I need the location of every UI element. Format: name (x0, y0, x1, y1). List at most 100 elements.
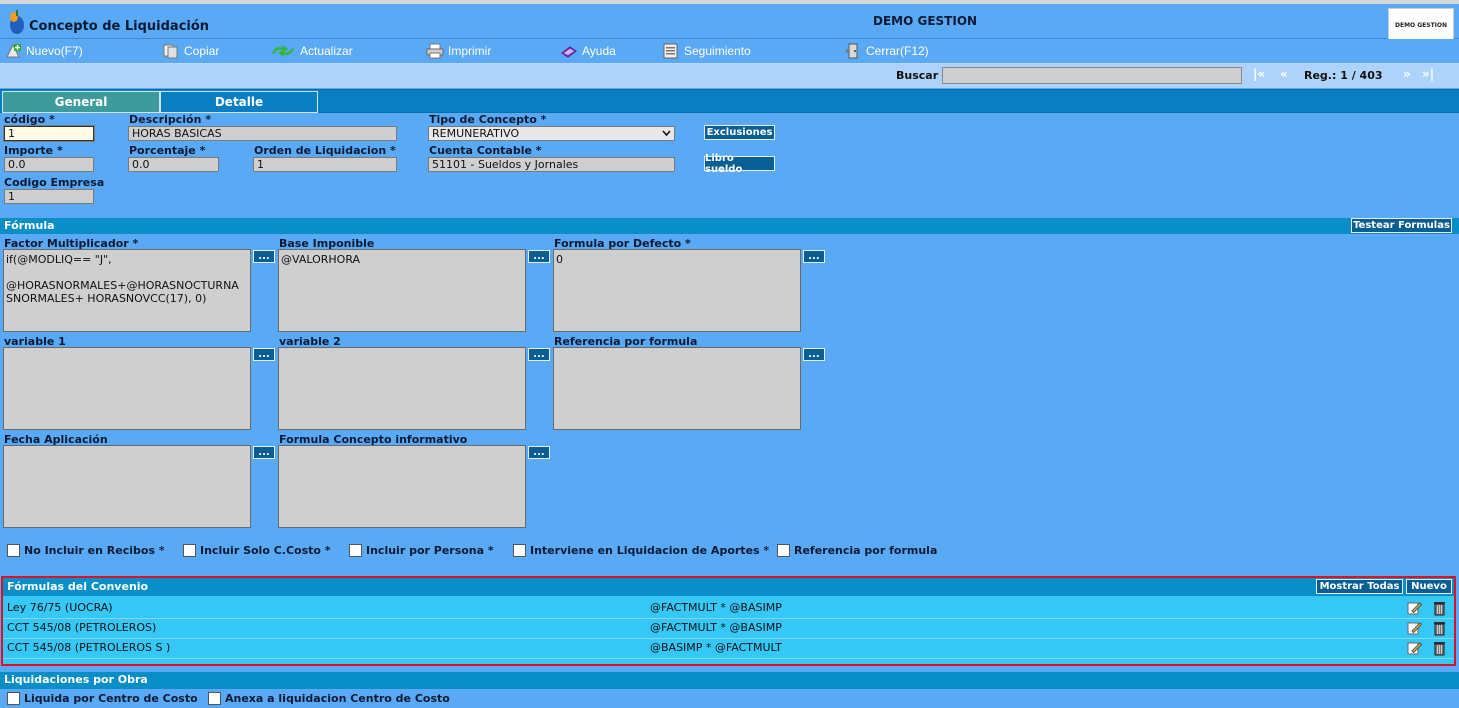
refresh-icon (272, 45, 294, 57)
codigo-label: código * (4, 113, 55, 126)
checkbox-label: Anexa a liquidacion Centro de Costo (225, 692, 450, 705)
nuevo-button[interactable]: Nuevo(F7) (4, 42, 83, 60)
liquida-centro-costo-checkbox[interactable]: Liquida por Centro de Costo (7, 692, 198, 705)
variable1-textarea[interactable] (3, 347, 251, 430)
incluir-solo-ccosto-checkbox[interactable]: Incluir Solo C.Costo * (183, 544, 331, 557)
checkbox-label: No Incluir en Recibos * (24, 544, 165, 557)
referencia-formula-textarea[interactable] (553, 347, 801, 430)
nuevo-label: Nuevo(F7) (26, 44, 83, 58)
search-input[interactable] (942, 67, 1242, 84)
formula-section-title: Fórmula (4, 219, 55, 232)
tipo-concepto-select[interactable]: REMUNERATIVO (428, 126, 675, 141)
edit-icon[interactable] (1407, 620, 1422, 636)
convenio-name: Ley 76/75 (UOCRA) (7, 601, 113, 614)
last-record-button[interactable]: »| (1422, 67, 1434, 81)
seguimiento-button[interactable]: Seguimiento (662, 42, 751, 60)
window-title: Concepto de Liquidación (29, 19, 210, 34)
copy-icon (163, 44, 178, 59)
variable2-textarea[interactable] (278, 347, 526, 430)
porcentaje-field[interactable] (128, 157, 219, 172)
formula-defecto-more-button[interactable]: ... (803, 250, 825, 263)
checkbox-box[interactable] (349, 544, 362, 557)
convenio-name: CCT 545/08 (PETROLEROS S ) (7, 641, 171, 654)
search-label: Buscar (896, 69, 939, 82)
anexa-liquidacion-centro-costo-checkbox[interactable]: Anexa a liquidacion Centro de Costo (208, 692, 450, 705)
ayuda-label: Ayuda (582, 44, 616, 58)
referencia-formula-more-button[interactable]: ... (803, 348, 825, 361)
edit-icon[interactable] (1407, 600, 1422, 616)
cuenta-contable-label: Cuenta Contable * (429, 144, 542, 157)
checkbox-label: Incluir Solo C.Costo * (200, 544, 331, 557)
checkbox-label: Incluir por Persona * (366, 544, 494, 557)
checkbox-box[interactable] (183, 544, 196, 557)
app-logo-icon (10, 10, 24, 34)
testear-formulas-button[interactable]: Testear Formulas (1351, 218, 1452, 233)
no-incluir-recibos-checkbox[interactable]: No Incluir en Recibos * (7, 544, 165, 557)
next-record-button[interactable]: » (1403, 67, 1411, 81)
checkbox-label: Interviene en Liquidacion de Aportes * (530, 544, 770, 557)
table-row: CCT 545/08 (PETROLEROS S ) @BASIMP * @FA… (3, 638, 1454, 659)
edit-icon[interactable] (1407, 640, 1422, 656)
porcentaje-label: Porcentaje * (129, 144, 206, 157)
codigo-empresa-label: Codigo Empresa (4, 176, 105, 189)
liquidaciones-obra-title: Liquidaciones por Obra (4, 673, 148, 686)
checkbox-label: Liquida por Centro de Costo (24, 692, 198, 705)
help-book-icon (561, 46, 577, 58)
trash-icon[interactable] (1432, 640, 1447, 656)
trash-icon[interactable] (1432, 600, 1447, 616)
tipo-concepto-value: REMUNERATIVO (432, 127, 520, 140)
actualizar-label: Actualizar (300, 44, 353, 58)
incluir-por-persona-checkbox[interactable]: Incluir por Persona * (349, 544, 494, 557)
tipo-concepto-label: Tipo de Concepto * (429, 113, 547, 126)
variable1-more-button[interactable]: ... (253, 348, 275, 361)
referencia-por-formula-checkbox[interactable]: Referencia por formula (777, 544, 937, 557)
fecha-aplicacion-textarea[interactable] (3, 445, 251, 528)
factor-multiplicador-textarea[interactable]: if(@MODLIQ== "J", @HORASNORMALES+@HORASN… (3, 249, 251, 332)
codigo-empresa-field[interactable] (4, 189, 94, 204)
formula-informativo-textarea[interactable] (278, 445, 526, 528)
copiar-button[interactable]: Copiar (162, 42, 219, 60)
prev-record-button[interactable]: « (1280, 67, 1288, 81)
checkbox-box[interactable] (7, 544, 20, 557)
actualizar-button[interactable]: Actualizar (270, 42, 353, 60)
codigo-field[interactable] (4, 126, 94, 141)
imprimir-button[interactable]: Imprimir (426, 42, 491, 60)
first-record-button[interactable]: |« (1253, 67, 1265, 81)
base-imponible-more-button[interactable]: ... (528, 250, 550, 263)
toolbar: Nuevo(F7) Copiar Actualizar Imprimir Ayu… (0, 39, 1459, 64)
tab-detalle[interactable]: Detalle (160, 91, 318, 113)
seguimiento-label: Seguimiento (684, 44, 751, 58)
mostrar-todas-button[interactable]: Mostrar Todas (1316, 579, 1403, 594)
nuevo-convenio-button[interactable]: Nuevo (1406, 579, 1452, 594)
imprimir-label: Imprimir (448, 44, 492, 58)
importe-label: Importe * (4, 144, 63, 157)
convenio-name: CCT 545/08 (PETROLEROS) (7, 621, 157, 634)
checkbox-box[interactable] (7, 692, 20, 705)
importe-field[interactable] (4, 157, 94, 172)
variable2-more-button[interactable]: ... (528, 348, 550, 361)
tab-general[interactable]: General (2, 91, 160, 113)
libro-sueldo-button[interactable]: Libro sueldo (704, 153, 775, 175)
checkbox-box[interactable] (513, 544, 526, 557)
orden-liquidacion-field[interactable] (253, 157, 397, 172)
formula-informativo-more-button[interactable]: ... (528, 446, 550, 459)
fecha-aplicacion-more-button[interactable]: ... (253, 446, 275, 459)
descripcion-field[interactable] (128, 126, 397, 141)
close-door-icon (845, 43, 858, 59)
interviene-liquidacion-aportes-checkbox[interactable]: Interviene en Liquidacion de Aportes * (513, 544, 769, 557)
exclusiones-button[interactable]: Exclusiones (704, 125, 775, 140)
record-counter: Reg.: 1 / 403 (1304, 69, 1383, 82)
new-plus-icon (6, 43, 21, 58)
convenio-formula: @FACTMULT * @BASIMP (650, 621, 782, 634)
formula-defecto-textarea[interactable]: 0 (553, 249, 801, 332)
factor-multiplicador-more-button[interactable]: ... (253, 250, 275, 263)
convenio-formula: @FACTMULT * @BASIMP (650, 601, 782, 614)
trash-icon[interactable] (1432, 620, 1447, 636)
cerrar-button[interactable]: Cerrar(F12) (844, 42, 929, 60)
base-imponible-textarea[interactable]: @VALORHORA (278, 249, 526, 332)
checkbox-box[interactable] (777, 544, 790, 557)
checkbox-box[interactable] (208, 692, 221, 705)
copiar-label: Copiar (184, 44, 220, 58)
cuenta-contable-field[interactable] (428, 157, 675, 172)
ayuda-button[interactable]: Ayuda (560, 42, 616, 60)
